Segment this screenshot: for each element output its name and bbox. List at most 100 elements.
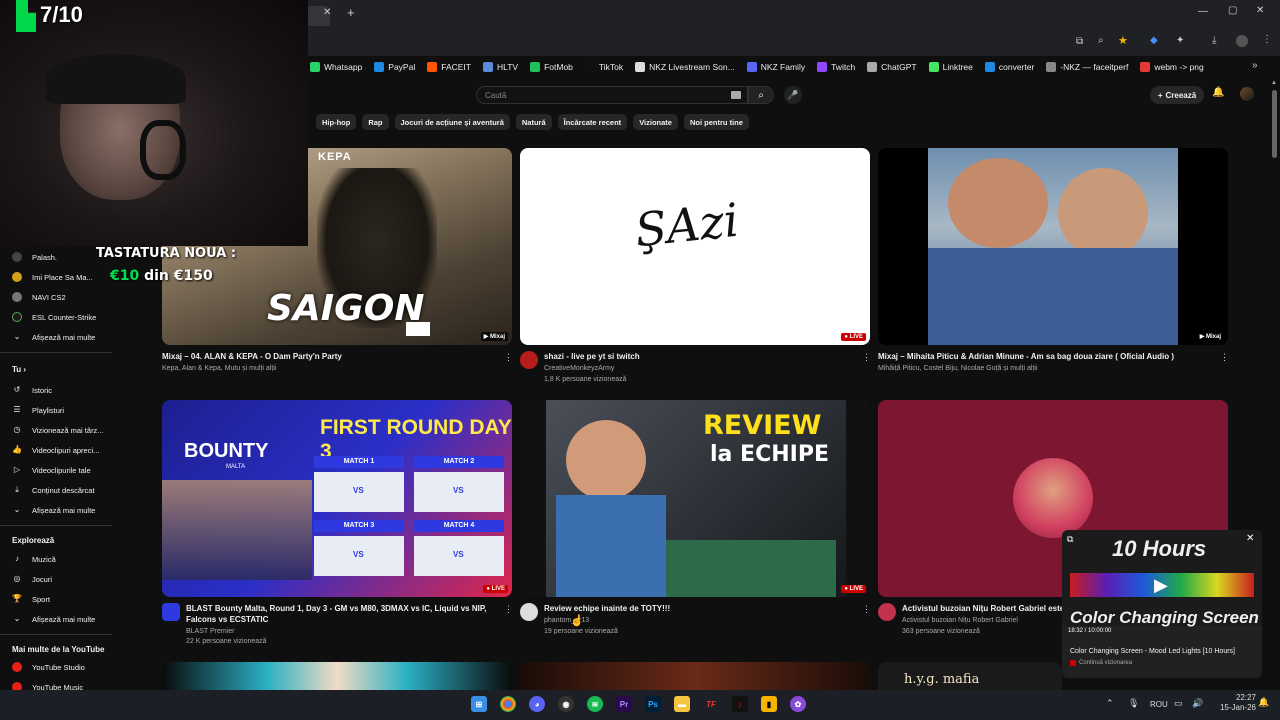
windows-start-icon[interactable]: ⊞ bbox=[471, 696, 487, 712]
video-thumbnail[interactable]: ŞAzi ● LIVE bbox=[520, 148, 870, 345]
sidebar-sub-imi-place[interactable]: Imi Place Sa Ma... bbox=[12, 272, 93, 282]
bookmark-item[interactable]: ChatGPT bbox=[867, 62, 917, 72]
miniplayer-title[interactable]: Color Changing Screen - Mood Led Lights … bbox=[1070, 648, 1235, 655]
sidebar-sub-navi[interactable]: NAVI CS2 bbox=[12, 292, 66, 302]
extensions-puzzle-icon[interactable]: ✦ bbox=[1176, 35, 1184, 46]
obs-icon[interactable]: ◉ bbox=[558, 696, 574, 712]
search-input[interactable]: Caută bbox=[476, 86, 748, 104]
sidebar-item[interactable]: ♪ Muzică bbox=[12, 554, 56, 564]
sidebar-sub-esl[interactable]: ESL Counter-Strike bbox=[12, 312, 96, 322]
sidebar-you-header[interactable]: Tu › bbox=[12, 365, 26, 374]
network-icon[interactable]: ▭ bbox=[1174, 698, 1183, 709]
sidebar-item-youtube-studio[interactable]: YouTube Studio bbox=[12, 662, 85, 672]
miniplayer[interactable]: 10 Hours ▶ Color Changing Screen 18:32 /… bbox=[1062, 530, 1262, 678]
app-icon[interactable]: ✿ bbox=[790, 696, 806, 712]
new-tab-icon[interactable]: + bbox=[347, 5, 355, 20]
notifications-bell-icon[interactable]: 🔔 bbox=[1212, 87, 1224, 98]
expand-icon[interactable]: ⧉ bbox=[1067, 534, 1073, 545]
filter-chip[interactable]: Jocuri de acțiune și aventură bbox=[394, 114, 510, 130]
bookmark-item[interactable]: webm -> png bbox=[1140, 62, 1204, 72]
sidebar-show-more[interactable]: ⌄ Afișează mai multe bbox=[12, 505, 96, 515]
sidebar-item[interactable]: 👍 Videoclipuri apreci... bbox=[12, 445, 99, 455]
scroll-up-icon[interactable]: ▲ bbox=[1271, 80, 1277, 86]
video-thumbnail[interactable]: ▶ Mixaj bbox=[878, 148, 1228, 345]
bookmarks-overflow-icon[interactable]: » bbox=[1252, 60, 1258, 71]
bookmark-item[interactable]: TikTok bbox=[584, 62, 623, 72]
sidebar-item[interactable]: ◎ Jocuri bbox=[12, 574, 53, 584]
bookmark-item[interactable]: NKZ Family bbox=[746, 62, 805, 72]
video-menu-icon[interactable]: ⋮ bbox=[862, 604, 871, 615]
close-icon[interactable]: ✕ bbox=[1246, 533, 1254, 544]
menu-kebab-icon[interactable]: ⋮ bbox=[1262, 34, 1272, 45]
bookmark-item[interactable]: Twitch bbox=[817, 62, 855, 72]
app-icon[interactable]: ▮ bbox=[761, 696, 777, 712]
sidebar-item[interactable]: ◷ Vizionează mai târz... bbox=[12, 425, 104, 435]
video-title[interactable]: BLAST Bounty Malta, Round 1, Day 3 - GM … bbox=[186, 603, 504, 625]
create-button[interactable]: + Creează bbox=[1150, 86, 1204, 104]
premiere-icon[interactable]: Pr bbox=[616, 696, 632, 712]
bookmark-item[interactable]: FotMob bbox=[530, 62, 573, 72]
tray-chevron-icon[interactable]: ⌃ bbox=[1106, 698, 1114, 709]
video-thumbnail[interactable]: h.y.g. mafia bbox=[878, 662, 1062, 690]
bookmark-item[interactable]: -NKZ — faceitperf bbox=[1046, 62, 1128, 72]
sidebar-item[interactable]: ☰ Playlisturi bbox=[12, 405, 64, 415]
filter-chip[interactable]: Hip-hop bbox=[316, 114, 357, 130]
video-thumbnail[interactable] bbox=[520, 662, 870, 690]
bookmark-item[interactable]: HLTV bbox=[482, 62, 518, 72]
video-menu-icon[interactable]: ⋮ bbox=[862, 352, 871, 363]
discord-icon[interactable]: ◕ bbox=[529, 696, 545, 712]
bookmark-item[interactable]: PayPal bbox=[374, 62, 415, 72]
video-thumbnail[interactable]: REVIEW la ECHIPE ● LIVE bbox=[520, 400, 870, 597]
video-channel[interactable]: CreativeMonkeyzArmy bbox=[544, 364, 614, 374]
search-button[interactable]: ⌕ bbox=[748, 86, 774, 104]
video-menu-icon[interactable]: ⋮ bbox=[504, 604, 513, 615]
voice-search-button[interactable]: 🎤 bbox=[784, 86, 802, 104]
close-tab-icon[interactable]: ✕ bbox=[323, 7, 331, 18]
miniplayer-video[interactable]: 10 Hours ▶ Color Changing Screen 18:32 /… bbox=[1062, 530, 1262, 634]
channel-avatar[interactable] bbox=[162, 603, 180, 621]
filter-chip[interactable]: Natură bbox=[515, 114, 552, 130]
sidebar-item[interactable]: 🏆 Sport bbox=[12, 594, 50, 604]
tiktok-icon[interactable]: ♪ bbox=[732, 696, 748, 712]
video-title[interactable]: Activistul buzoian Nițu Robert Gabriel e… bbox=[902, 603, 1072, 614]
maximize-icon[interactable]: ▢ bbox=[1228, 5, 1237, 16]
video-title[interactable]: Review echipe inainte de TOTY!!! bbox=[544, 603, 862, 614]
channel-avatar[interactable] bbox=[520, 603, 538, 621]
cast-icon[interactable]: ⧉ bbox=[1076, 36, 1083, 47]
scrollbar-thumb[interactable] bbox=[1272, 90, 1277, 158]
photoshop-icon[interactable]: Ps bbox=[645, 696, 661, 712]
video-title[interactable]: shazi - live pe yt si twitch bbox=[544, 351, 864, 362]
download-icon[interactable]: ⤓ bbox=[1212, 35, 1216, 46]
keyboard-icon[interactable] bbox=[731, 91, 741, 99]
filter-chip[interactable]: Noi pentru tine bbox=[683, 114, 749, 130]
video-thumbnail[interactable] bbox=[162, 662, 512, 690]
file-explorer-icon[interactable]: ▬ bbox=[674, 696, 690, 712]
extension-icon[interactable]: ◆ bbox=[1150, 35, 1158, 46]
profile-avatar[interactable] bbox=[1236, 35, 1248, 47]
sidebar-item[interactable]: ↺ Istoric bbox=[12, 385, 52, 395]
video-thumbnail[interactable]: BOUNTY MALTA FIRST ROUND DAY 3 MATCH 1 M… bbox=[162, 400, 512, 597]
bookmark-item[interactable]: FACEIT bbox=[427, 62, 471, 72]
chrome-icon[interactable] bbox=[500, 696, 516, 712]
video-menu-icon[interactable]: ⋮ bbox=[504, 352, 513, 363]
sidebar-item[interactable]: ▷ Videoclipurile tale bbox=[12, 465, 91, 475]
video-channel[interactable]: Kepa, Alan & Kepa, Mutu și mulți alții bbox=[162, 364, 276, 374]
video-channel[interactable]: BLAST Premier bbox=[186, 627, 235, 637]
video-menu-icon[interactable]: ⋮ bbox=[1220, 352, 1229, 363]
video-channel[interactable]: Mihăiță Piticu, Costel Biju, Nicolae Guț… bbox=[878, 364, 1038, 374]
mic-tray-icon[interactable]: 🎙 bbox=[1128, 698, 1139, 709]
sidebar-item[interactable]: ⤓ Conținut descărcat bbox=[12, 485, 94, 495]
channel-avatar[interactable] bbox=[878, 603, 896, 621]
spotify-icon[interactable]: ≋ bbox=[587, 696, 603, 712]
volume-icon[interactable]: 🔊 bbox=[1192, 698, 1203, 709]
video-title[interactable]: Mixaj – Mihaita Piticu & Adrian Minune -… bbox=[878, 351, 1218, 362]
zoom-icon[interactable]: ⌕ bbox=[1098, 35, 1104, 46]
close-window-icon[interactable]: ✕ bbox=[1256, 5, 1264, 16]
bookmark-item[interactable]: Whatsapp bbox=[310, 62, 362, 72]
bookmark-item[interactable]: converter bbox=[984, 62, 1034, 72]
star-bookmark-icon[interactable]: ★ bbox=[1118, 34, 1128, 47]
sidebar-show-more[interactable]: ⌄ Afișează mai multe bbox=[12, 614, 96, 624]
notification-icon[interactable]: 🔔 bbox=[1258, 697, 1269, 708]
sidebar-sub-palash[interactable]: Palash. bbox=[12, 252, 57, 262]
bookmark-item[interactable]: NKZ Livestream Son... bbox=[635, 62, 735, 72]
